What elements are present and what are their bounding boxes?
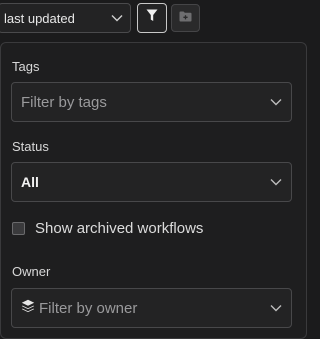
layers-icon: [21, 299, 35, 318]
status-label: Status: [12, 139, 49, 154]
folder-plus-icon: [179, 9, 192, 27]
archived-checkbox-row[interactable]: Show archived workflows: [12, 220, 203, 237]
funnel-icon: [146, 9, 158, 27]
owner-dropdown[interactable]: Filter by owner: [11, 288, 292, 328]
tags-dropdown[interactable]: Filter by tags: [11, 82, 292, 122]
filter-button[interactable]: [137, 3, 167, 33]
new-folder-button[interactable]: [171, 4, 200, 32]
tags-placeholder: Filter by tags: [21, 93, 107, 111]
chevron-down-icon: [110, 11, 124, 25]
chevron-down-icon: [269, 301, 283, 315]
archived-checkbox[interactable]: [12, 222, 25, 235]
owner-label: Owner: [12, 264, 51, 279]
owner-placeholder: Filter by owner: [39, 299, 138, 317]
toolbar: last updated: [0, 0, 307, 38]
status-dropdown[interactable]: All: [11, 162, 292, 202]
sort-select[interactable]: last updated: [0, 3, 131, 33]
status-value: All: [21, 174, 39, 190]
chevron-down-icon: [269, 175, 283, 189]
sort-select-value: last updated: [4, 10, 75, 26]
filter-panel: Tags Filter by tags Status All Show arch…: [0, 42, 307, 339]
archived-checkbox-label: Show archived workflows: [35, 220, 204, 237]
chevron-down-icon: [269, 95, 283, 109]
tags-label: Tags: [12, 59, 40, 74]
